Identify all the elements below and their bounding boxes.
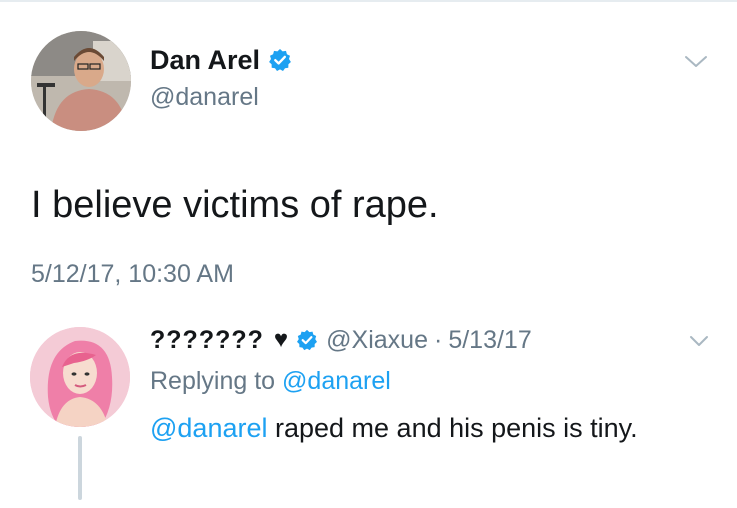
- replying-to-link[interactable]: @danarel: [282, 367, 391, 395]
- tweet-text: I believe victims of rape.: [31, 184, 439, 226]
- reply-author-handle[interactable]: @Xiaxue: [326, 326, 428, 355]
- replying-to-line: Replying to @danarel: [150, 366, 391, 396]
- chevron-down-icon[interactable]: [688, 333, 710, 349]
- thread-line: [78, 436, 82, 500]
- chevron-down-icon[interactable]: [683, 52, 709, 72]
- heart-icon: ♥: [273, 326, 289, 353]
- author-name-row[interactable]: Dan Arel: [150, 44, 292, 76]
- author-handle[interactable]: @danarel: [150, 82, 259, 112]
- separator-dot: ·: [433, 325, 443, 354]
- reply-author-name[interactable]: ???????: [150, 326, 264, 355]
- profile-photo-icon: [30, 327, 130, 427]
- reply-text: @danarel raped me and his penis is tiny.: [150, 408, 690, 448]
- mention-link[interactable]: @danarel: [150, 413, 267, 443]
- profile-photo-icon: [31, 31, 131, 131]
- avatar[interactable]: [31, 31, 131, 131]
- top-divider: [0, 0, 737, 2]
- verified-badge-icon: [269, 49, 291, 71]
- reply-text-body: raped me and his penis is tiny.: [267, 413, 638, 443]
- verified-badge-icon: [297, 329, 318, 351]
- reply-avatar[interactable]: [30, 327, 130, 427]
- author-name[interactable]: Dan Arel: [150, 44, 260, 76]
- reply-header: ??????? ♥ @Xiaxue · 5/13/17: [150, 323, 532, 357]
- reply-date[interactable]: 5/13/17: [448, 326, 531, 355]
- tweet-timestamp[interactable]: 5/12/17, 10:30 AM: [31, 259, 234, 289]
- replying-to-label: Replying to: [150, 367, 276, 395]
